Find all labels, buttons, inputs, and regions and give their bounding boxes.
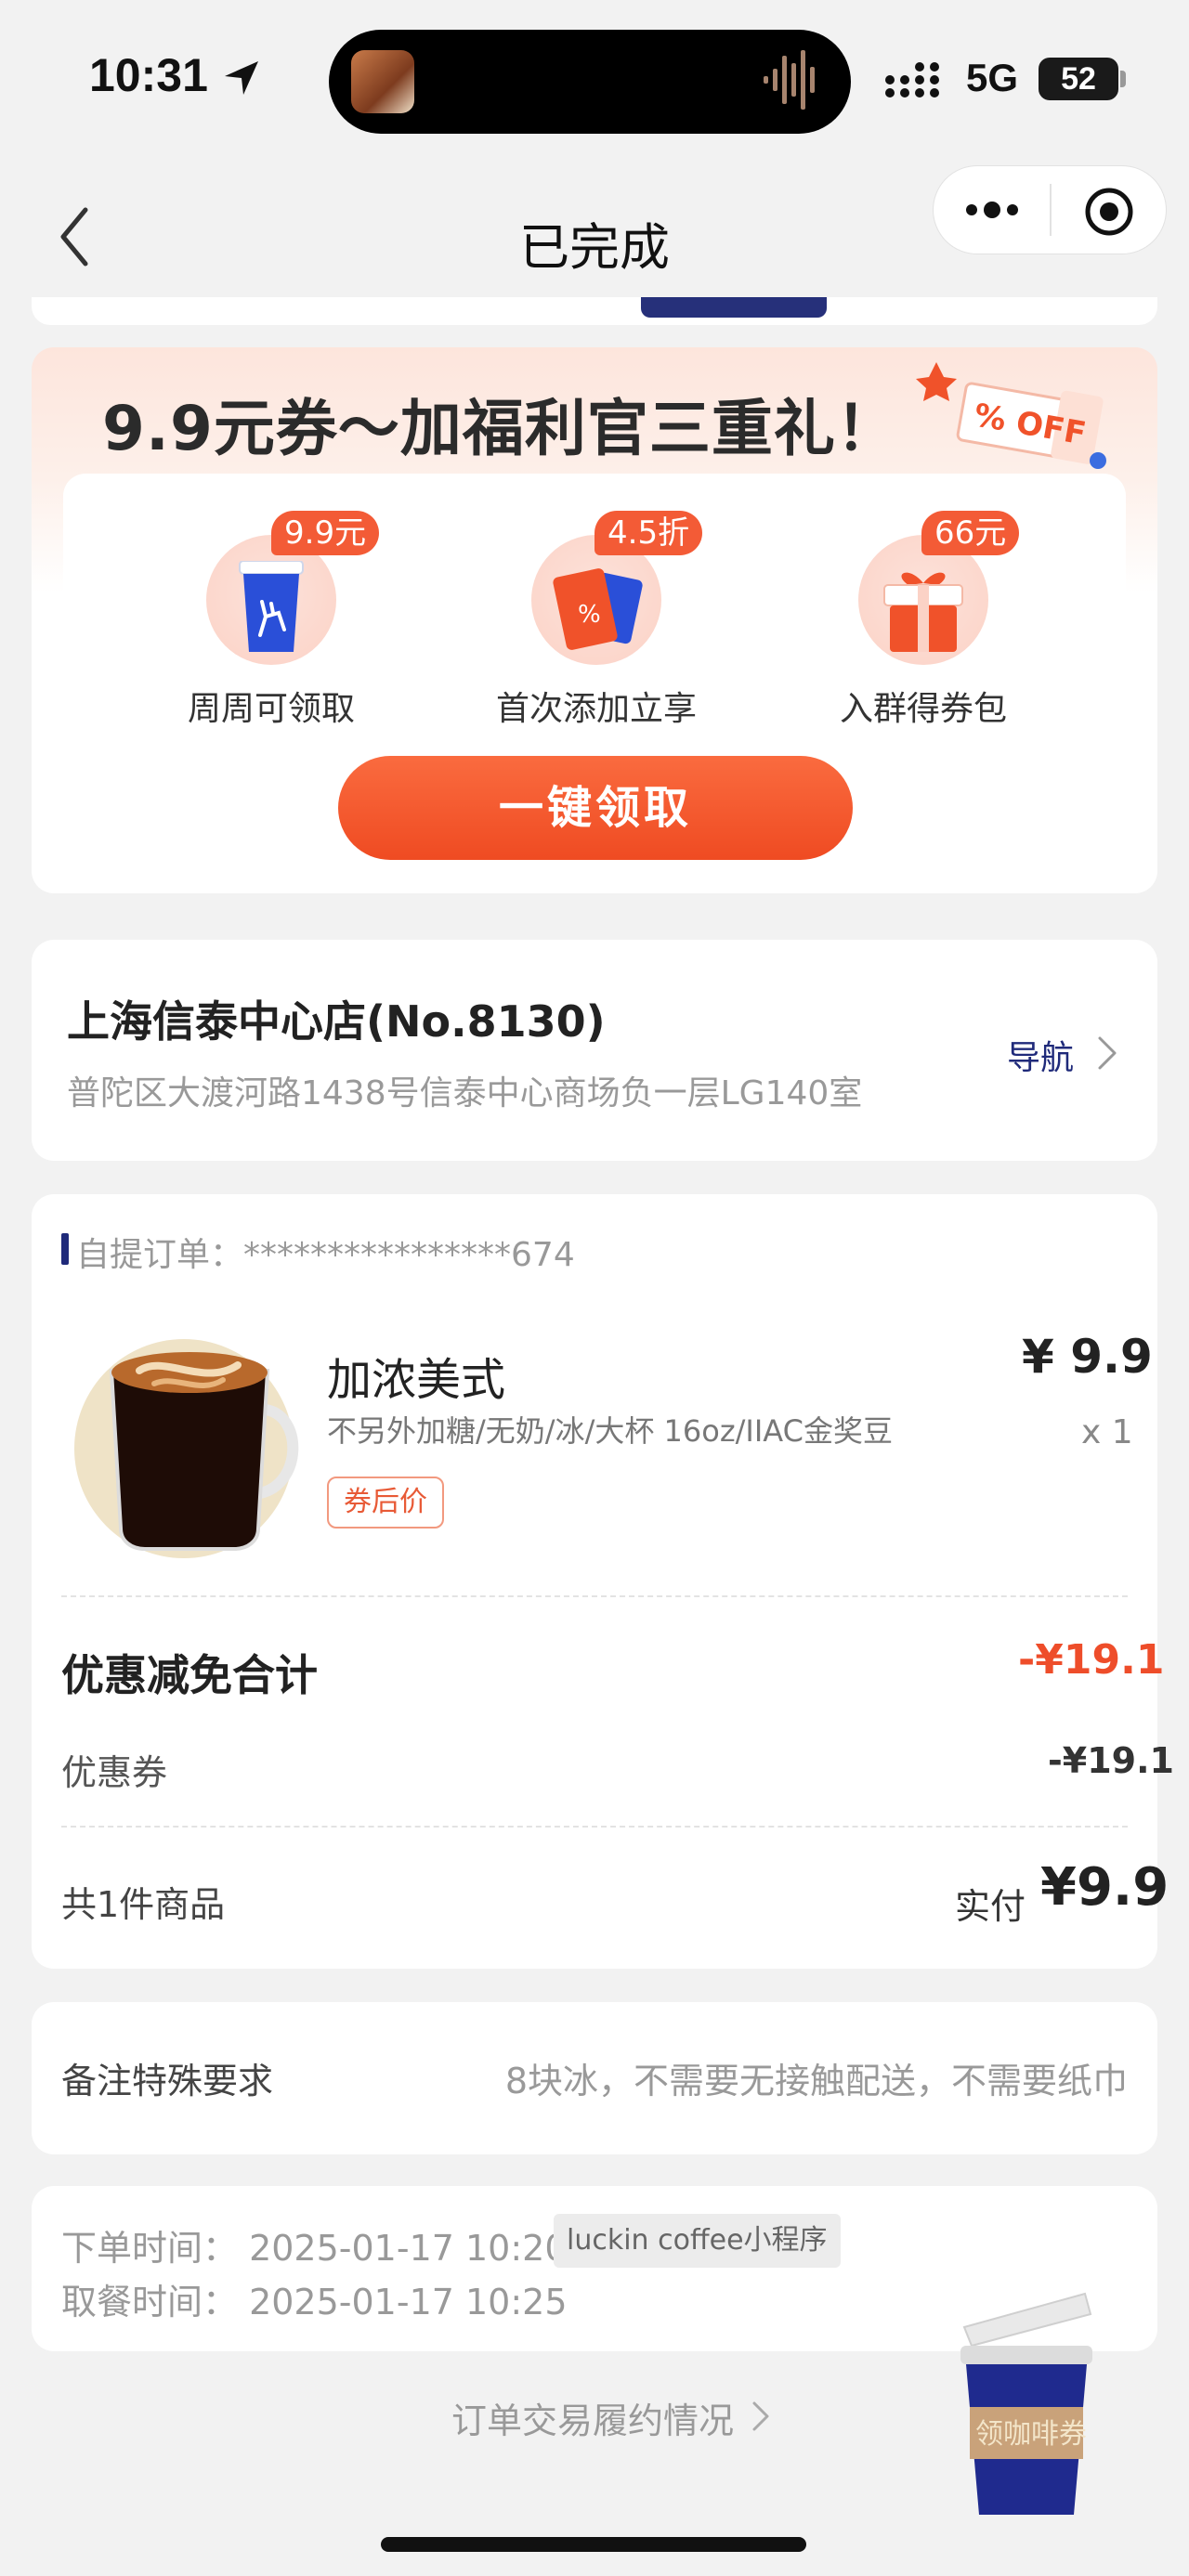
dashed-divider <box>61 1595 1128 1597</box>
now-playing-thumbnail <box>351 50 414 113</box>
coupon-label: 优惠券 <box>61 1752 168 1793</box>
floating-coupon-label[interactable]: 领咖啡券 <box>962 2411 1100 2452</box>
capsule-divider <box>1050 184 1052 236</box>
product-quantity: x 1 <box>1081 1413 1133 1451</box>
battery-cap <box>1120 71 1126 87</box>
more-icon[interactable] <box>962 191 1022 228</box>
americano-product-image[interactable] <box>74 1319 303 1558</box>
order-number: 自提订单：****************674 <box>76 1228 575 1276</box>
location-arrow-icon <box>225 61 258 95</box>
order-number-value: ****************674 <box>243 1236 575 1274</box>
coffee-cup-icon <box>239 561 304 652</box>
discount-total-value: -¥19.1 <box>1018 1636 1165 1684</box>
order-fulfillment-link[interactable]: 订单交易履约情况 <box>451 2392 734 2443</box>
floating-coffee-coupon-icon[interactable] <box>957 2290 1096 2518</box>
discount-total-label: 优惠减免合计 <box>61 1650 318 1700</box>
remark-label: 备注特殊要求 <box>61 2061 274 2101</box>
cellular-signal-icon <box>885 62 939 98</box>
gift-box-icon <box>883 572 963 652</box>
status-time: 10:31 <box>89 49 208 101</box>
benefit-1-tag: 9.9元 <box>271 511 380 555</box>
product-name: 加浓美式 <box>327 1354 506 1406</box>
chevron-right-icon[interactable] <box>1096 1034 1118 1072</box>
after-coupon-price-badge: 券后价 <box>327 1477 444 1529</box>
coupon-value: -¥19.1 <box>1048 1740 1174 1781</box>
benefit-2-label: 首次添加立享 <box>495 690 697 728</box>
audio-waveform-icon <box>764 50 815 110</box>
order-card <box>32 1194 1157 1969</box>
store-address: 普陀区大渡河路1438号信泰中心商场负一层LG140室 <box>67 1074 863 1112</box>
remark-value: 8块冰，不需要无接触配送，不需要纸巾 <box>504 2061 1128 2101</box>
product-spec: 不另外加糖/无奶/冰/大杯 16oz/IIAC金奖豆 <box>327 1413 893 1449</box>
section-accent-bar <box>61 1233 69 1265</box>
paid-label: 实付 <box>955 1886 1026 1927</box>
discount-ticket-icon: % OFF <box>916 362 1106 469</box>
network-type: 5G <box>966 56 1019 99</box>
navigate-button[interactable]: 导航 <box>1007 1031 1074 1079</box>
order-source-tag: luckin coffee小程序 <box>554 2214 841 2268</box>
store-name: 上海信泰中心店(No.8130) <box>67 996 606 1047</box>
benefit-2-tag: 4.5折 <box>594 511 703 555</box>
item-count: 共1件商品 <box>61 1884 226 1925</box>
dashed-divider <box>61 1826 1128 1828</box>
pickup-time: 取餐时间： 2025-01-17 10:25 <box>61 2282 568 2322</box>
product-price: ¥ 9.9 <box>1022 1330 1153 1384</box>
battery-indicator: 52 <box>1039 58 1118 100</box>
order-number-label: 自提订单： <box>76 1236 244 1274</box>
order-time: 下单时间： 2025-01-17 10:20 <box>61 2228 568 2269</box>
home-indicator[interactable] <box>381 2537 806 2552</box>
previous-card-tab <box>641 297 827 318</box>
close-miniprogram-icon[interactable] <box>1083 186 1135 238</box>
promo-title: 9.9元券～加福利官三重礼！ <box>102 393 898 464</box>
paid-amount: ¥9.9 <box>1040 1857 1169 1918</box>
benefit-3-label: 入群得券包 <box>839 690 1007 728</box>
previous-card-edge <box>32 297 1157 325</box>
svg-text:%: % <box>578 601 601 629</box>
coupon-tickets-icon: % <box>553 568 643 650</box>
benefit-1-label: 周周可领取 <box>187 690 355 728</box>
chevron-right-icon[interactable] <box>751 2400 771 2433</box>
benefit-3-tag: 66元 <box>921 511 1020 555</box>
store-card <box>32 940 1157 1161</box>
claim-all-button[interactable]: 一键领取 <box>338 756 853 860</box>
